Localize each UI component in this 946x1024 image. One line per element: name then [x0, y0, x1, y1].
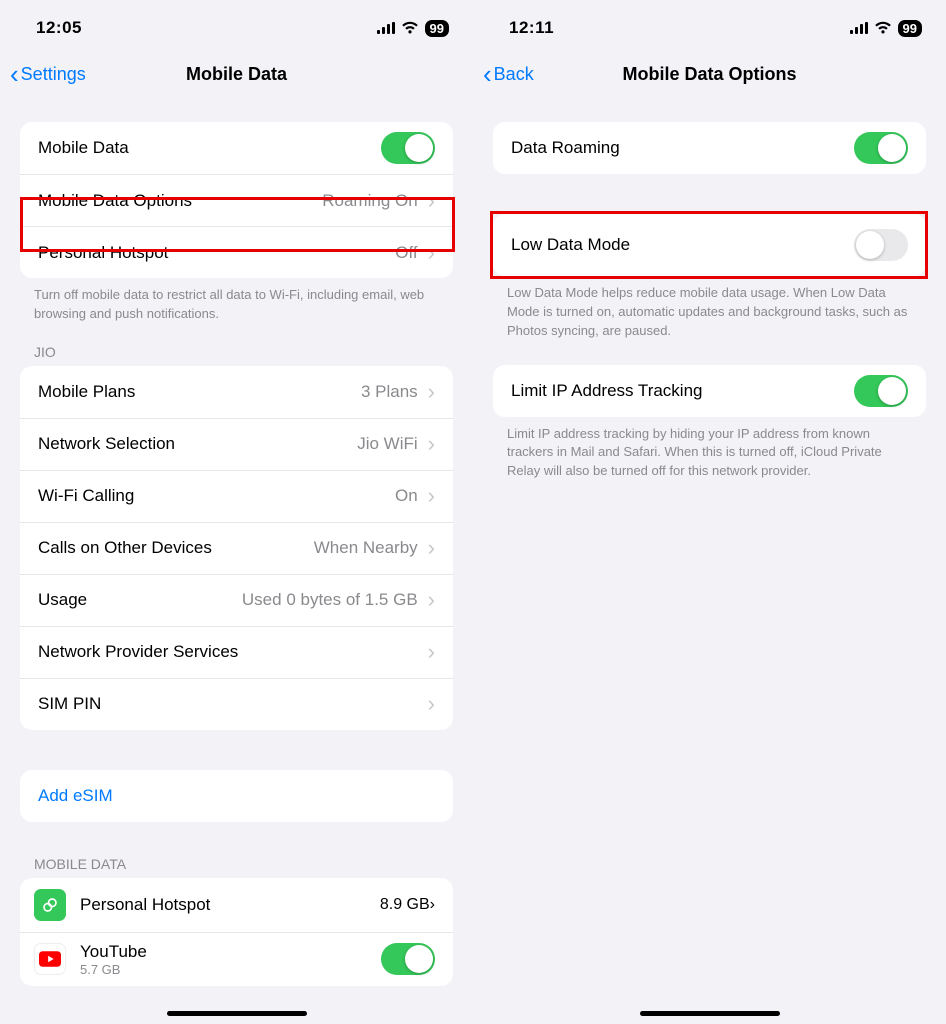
right-screenshot: 12:11 99 ‹ Back Mobile Data Options Data… [473, 0, 946, 1024]
wificall-value: On [395, 486, 418, 506]
plans-value: 3 Plans [361, 382, 418, 402]
lowdata-label: Low Data Mode [511, 235, 854, 255]
roaming-label: Data Roaming [511, 138, 854, 158]
row-low-data-mode[interactable]: Low Data Mode [493, 214, 926, 276]
app-hotspot-value: 8.9 GB [380, 896, 430, 914]
page-title: Mobile Data Options [473, 64, 946, 85]
group-apps: Personal Hotspot 8.9 GB › YouTube 5.7 GB [20, 878, 453, 986]
other-label: Calls on Other Devices [38, 538, 314, 558]
hotspot-icon [34, 889, 66, 921]
limitip-toggle[interactable] [854, 375, 908, 407]
back-button[interactable]: ‹ Back [483, 61, 534, 87]
row-data-roaming[interactable]: Data Roaming [493, 122, 926, 174]
status-icons: 99 [377, 20, 449, 37]
chevron-right-icon: › [428, 485, 435, 507]
row-wifi-calling[interactable]: Wi-Fi Calling On › [20, 470, 453, 522]
back-label: Back [494, 64, 534, 85]
youtube-toggle[interactable] [381, 943, 435, 975]
chevron-right-icon: › [428, 242, 435, 264]
chevron-right-icon: › [428, 381, 435, 403]
chevron-right-icon: › [430, 896, 435, 914]
network-label: Network Selection [38, 434, 357, 454]
usage-label: Usage [38, 590, 242, 610]
row-personal-hotspot[interactable]: Personal Hotspot Off › [20, 226, 453, 278]
app-youtube-sub: 5.7 GB [80, 962, 381, 977]
wifi-icon [874, 21, 892, 36]
mobile-data-label: Mobile Data [38, 138, 381, 158]
row-app-youtube[interactable]: YouTube 5.7 GB [20, 932, 453, 986]
chevron-right-icon: › [428, 190, 435, 212]
plans-label: Mobile Plans [38, 382, 361, 402]
row-usage[interactable]: Usage Used 0 bytes of 1.5 GB › [20, 574, 453, 626]
chevron-right-icon: › [428, 537, 435, 559]
back-button[interactable]: ‹ Settings [10, 61, 86, 87]
app-hotspot-text: Personal Hotspot [80, 895, 380, 915]
status-bar: 12:05 99 [0, 0, 473, 50]
row-app-hotspot[interactable]: Personal Hotspot 8.9 GB › [20, 878, 453, 932]
battery-icon: 99 [425, 20, 449, 37]
chevron-left-icon: ‹ [483, 61, 492, 87]
battery-icon: 99 [898, 20, 922, 37]
chevron-right-icon: › [428, 693, 435, 715]
group-jio: Mobile Plans 3 Plans › Network Selection… [20, 366, 453, 730]
mobile-data-toggle[interactable] [381, 132, 435, 164]
hotspot-value: Off [395, 243, 417, 263]
chevron-right-icon: › [428, 589, 435, 611]
signal-icon [377, 22, 395, 34]
roaming-toggle[interactable] [854, 132, 908, 164]
options-label: Mobile Data Options [38, 191, 322, 211]
group-limitip: Limit IP Address Tracking [493, 365, 926, 417]
group-lowdata: Low Data Mode [493, 214, 926, 276]
youtube-icon [34, 943, 66, 975]
row-add-esim[interactable]: Add eSIM [20, 770, 453, 822]
row-plans[interactable]: Mobile Plans 3 Plans › [20, 366, 453, 418]
row-other-devices[interactable]: Calls on Other Devices When Nearby › [20, 522, 453, 574]
limitip-label: Limit IP Address Tracking [511, 381, 854, 401]
status-time: 12:11 [509, 18, 554, 38]
wificall-label: Wi-Fi Calling [38, 486, 395, 506]
nav-bar: ‹ Settings Mobile Data [0, 50, 473, 98]
app-hotspot-title: Personal Hotspot [80, 895, 380, 915]
provider-label: Network Provider Services [38, 642, 428, 662]
back-label: Settings [21, 64, 86, 85]
usage-value: Used 0 bytes of 1.5 GB [242, 590, 418, 610]
lowdata-toggle[interactable] [854, 229, 908, 261]
row-network[interactable]: Network Selection Jio WiFi › [20, 418, 453, 470]
status-icons: 99 [850, 20, 922, 37]
group-roaming: Data Roaming [493, 122, 926, 174]
add-esim-label: Add eSIM [38, 786, 435, 806]
chevron-right-icon: › [428, 641, 435, 663]
network-value: Jio WiFi [357, 434, 417, 454]
row-sim-pin[interactable]: SIM PIN › [20, 678, 453, 730]
left-screenshot: 12:05 99 ‹ Settings Mobile Data Mobile D… [0, 0, 473, 1024]
sim-label: SIM PIN [38, 694, 428, 714]
lowdata-footer: Low Data Mode helps reduce mobile data u… [473, 276, 946, 341]
hotspot-label: Personal Hotspot [38, 243, 395, 263]
app-youtube-text: YouTube 5.7 GB [80, 942, 381, 977]
group-esim: Add eSIM [20, 770, 453, 822]
status-bar: 12:11 99 [473, 0, 946, 50]
home-indicator[interactable] [167, 1011, 307, 1016]
apps-header: MOBILE DATA [0, 822, 473, 878]
home-indicator[interactable] [640, 1011, 780, 1016]
chevron-left-icon: ‹ [10, 61, 19, 87]
other-value: When Nearby [314, 538, 418, 558]
row-mobile-data-options[interactable]: Mobile Data Options Roaming On › [20, 174, 453, 226]
group-main: Mobile Data Mobile Data Options Roaming … [20, 122, 453, 278]
row-provider[interactable]: Network Provider Services › [20, 626, 453, 678]
status-time: 12:05 [36, 18, 82, 38]
options-value: Roaming On [322, 191, 417, 211]
row-limit-ip[interactable]: Limit IP Address Tracking [493, 365, 926, 417]
limitip-footer: Limit IP address tracking by hiding your… [473, 417, 946, 482]
chevron-right-icon: › [428, 433, 435, 455]
wifi-icon [401, 21, 419, 36]
row-mobile-data[interactable]: Mobile Data [20, 122, 453, 174]
signal-icon [850, 22, 868, 34]
main-footer: Turn off mobile data to restrict all dat… [0, 278, 473, 324]
app-youtube-title: YouTube [80, 942, 381, 962]
nav-bar: ‹ Back Mobile Data Options [473, 50, 946, 98]
jio-header: JIO [0, 324, 473, 366]
